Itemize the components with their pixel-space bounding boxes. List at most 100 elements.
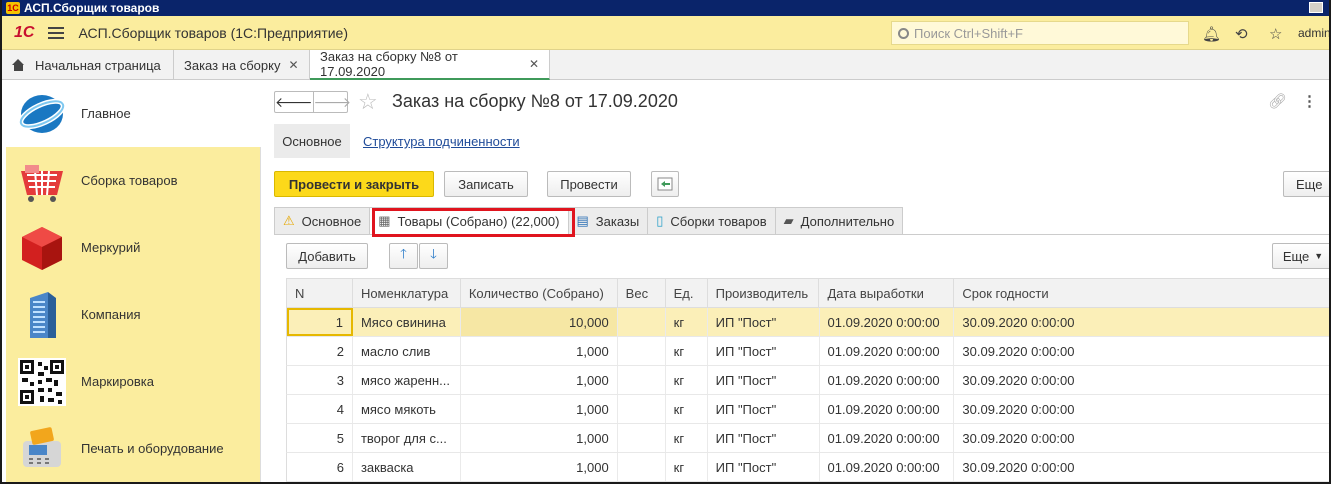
sidebar-item-main[interactable]: Главное — [6, 80, 261, 147]
row-production-date[interactable]: 01.09.2020 0:00:00 — [820, 395, 955, 423]
add-button[interactable]: Добавить — [286, 243, 368, 269]
row-unit[interactable]: кг — [666, 337, 708, 365]
row-expiry-date[interactable]: 30.09.2020 0:00:00 — [954, 337, 1329, 365]
row-expiry-date[interactable]: 30.09.2020 0:00:00 — [954, 395, 1329, 423]
row-quantity[interactable]: 1,000 — [461, 453, 618, 481]
row-producer[interactable]: ИП "Пост" — [708, 337, 820, 365]
row-expiry-date[interactable]: 30.09.2020 0:00:00 — [954, 453, 1329, 481]
forward-arrow-icon[interactable]: 🡒 — [312, 92, 351, 112]
table-row[interactable]: 5 творог для с... 1,000 кг ИП "Пост" 01.09.20… — [286, 424, 1329, 453]
tab-orders-list[interactable]: Заказ на сборку ✕ — [174, 50, 310, 80]
close-icon[interactable]: ✕ — [529, 57, 539, 71]
col-quantity[interactable]: Количество (Собрано) — [461, 279, 618, 307]
col-unit[interactable]: Ед. — [666, 279, 708, 307]
sidebar-item-assembly[interactable]: Сборка товаров — [6, 147, 261, 214]
row-producer[interactable]: ИП "Пост" — [708, 424, 820, 452]
panel-link-structure[interactable]: Структура подчиненности — [363, 134, 520, 149]
row-nomenclature[interactable]: мясо мякоть — [353, 395, 461, 423]
row-unit[interactable]: кг — [666, 366, 708, 394]
tab-home[interactable]: Начальная страница — [2, 50, 174, 80]
user-name[interactable]: admin — [1298, 26, 1329, 40]
row-weight[interactable] — [618, 337, 666, 365]
sidebar-item-print-equipment[interactable]: Печать и оборудование — [6, 415, 261, 482]
row-quantity[interactable]: 1,000 — [461, 424, 618, 452]
row-production-date[interactable]: 01.09.2020 0:00:00 — [820, 366, 955, 394]
row-weight[interactable] — [618, 366, 666, 394]
save-button[interactable]: Записать — [444, 171, 528, 197]
sidebar-item-mercury[interactable]: Меркурий — [6, 214, 261, 281]
row-production-date[interactable]: 01.09.2020 0:00:00 — [820, 337, 955, 365]
col-production-date[interactable]: Дата выработки — [819, 279, 955, 307]
row-unit[interactable]: кг — [666, 395, 708, 423]
row-production-date[interactable]: 01.09.2020 0:00:00 — [820, 424, 955, 452]
row-unit[interactable]: кг — [666, 424, 708, 452]
row-nomenclature[interactable]: мясо жаренн... — [353, 366, 461, 394]
close-icon[interactable]: ✕ — [288, 58, 298, 72]
row-number[interactable]: 1 — [287, 308, 353, 336]
tab-order-8[interactable]: Заказ на сборку №8 от 17.09.2020 ✕ — [310, 49, 550, 80]
col-expiry-date[interactable]: Срок годности — [954, 279, 1329, 307]
row-expiry-date[interactable]: 30.09.2020 0:00:00 — [954, 308, 1329, 336]
row-weight[interactable] — [618, 308, 666, 336]
row-producer[interactable]: ИП "Пост" — [708, 366, 820, 394]
row-production-date[interactable]: 01.09.2020 0:00:00 — [820, 453, 955, 481]
table-row[interactable]: 2 масло слив 1,000 кг ИП "Пост" 01.09.2020 0:… — [286, 337, 1329, 366]
row-expiry-date[interactable]: 30.09.2020 0:00:00 — [954, 424, 1329, 452]
move-up-arrow-icon[interactable]: 🡑 — [389, 243, 418, 269]
grid-more-button[interactable]: Еще ▼ — [1272, 243, 1329, 269]
table-row[interactable]: 1 Мясо свинина 10,000 кг ИП "Пост" 01.09.2020… — [286, 308, 1329, 337]
window-control-button[interactable] — [1309, 2, 1323, 13]
row-nomenclature[interactable]: закваска — [353, 453, 461, 481]
col-nomenclature[interactable]: Номенклатура — [353, 279, 461, 307]
row-expiry-date[interactable]: 30.09.2020 0:00:00 — [954, 366, 1329, 394]
row-producer[interactable]: ИП "Пост" — [708, 308, 820, 336]
tab-additional[interactable]: ▰ Дополнительно — [774, 207, 904, 235]
row-unit[interactable]: кг — [666, 453, 708, 481]
row-number[interactable]: 4 — [287, 395, 353, 423]
row-nomenclature[interactable]: творог для с... — [353, 424, 461, 452]
row-weight[interactable] — [618, 424, 666, 452]
row-nomenclature[interactable]: Мясо свинина — [353, 308, 461, 336]
global-search-input[interactable]: Поиск Ctrl+Shift+F — [891, 21, 1189, 45]
row-quantity[interactable]: 1,000 — [461, 366, 618, 394]
row-production-date[interactable]: 01.09.2020 0:00:00 — [820, 308, 955, 336]
post-button[interactable]: Провести — [547, 171, 631, 197]
table-row[interactable]: 3 мясо жаренн... 1,000 кг ИП "Пост" 01.09.202… — [286, 366, 1329, 395]
row-number[interactable]: 2 — [287, 337, 353, 365]
col-number[interactable]: N — [287, 279, 353, 307]
link-icon[interactable]: 🔗︎ — [1268, 92, 1287, 110]
row-number[interactable]: 5 — [287, 424, 353, 452]
favorite-star-icon[interactable]: ☆ — [358, 89, 378, 115]
row-quantity[interactable]: 10,000 — [460, 308, 618, 336]
row-weight[interactable] — [618, 453, 666, 481]
row-producer[interactable]: ИП "Пост" — [708, 395, 820, 423]
favorites-star-icon[interactable]: ☆ — [1269, 25, 1282, 43]
bell-icon[interactable]: 🔔︎ — [1202, 25, 1221, 43]
tab-main[interactable]: ⚠ Основное — [274, 207, 370, 235]
history-icon[interactable]: ⟲ — [1235, 25, 1248, 43]
row-unit[interactable]: кг — [666, 308, 708, 336]
col-weight[interactable]: Вес — [618, 279, 666, 307]
more-button[interactable]: Еще — [1283, 171, 1329, 197]
table-row[interactable]: 4 мясо мякоть 1,000 кг ИП "Пост" 01.09.2020 0… — [286, 395, 1329, 424]
row-number[interactable]: 3 — [287, 366, 353, 394]
sidebar-item-marking[interactable]: Маркировка — [6, 348, 261, 415]
panel-tab-main[interactable]: Основное — [274, 124, 350, 158]
tab-orders[interactable]: ▤ Заказы — [567, 207, 648, 235]
row-producer[interactable]: ИП "Пост" — [708, 453, 820, 481]
table-row[interactable]: 6 закваска 1,000 кг ИП "Пост" 01.09.2020 0:00… — [286, 453, 1329, 482]
print-report-button[interactable] — [651, 171, 679, 197]
move-down-arrow-icon[interactable]: 🡓 — [419, 243, 448, 269]
row-number[interactable]: 6 — [287, 453, 353, 481]
row-weight[interactable] — [618, 395, 666, 423]
back-arrow-icon[interactable]: 🡐 — [275, 92, 313, 112]
menu-icon[interactable] — [48, 26, 65, 39]
row-quantity[interactable]: 1,000 — [461, 395, 618, 423]
tab-assemblies[interactable]: ▯ Сборки товаров — [647, 207, 775, 235]
row-nomenclature[interactable]: масло слив — [353, 337, 461, 365]
col-producer[interactable]: Производитель — [708, 279, 820, 307]
more-vertical-icon[interactable]: ⋮ — [1302, 92, 1317, 110]
row-quantity[interactable]: 1,000 — [461, 337, 618, 365]
sidebar-item-company[interactable]: Компания — [6, 281, 261, 348]
post-and-close-button[interactable]: Провести и закрыть — [274, 171, 434, 197]
